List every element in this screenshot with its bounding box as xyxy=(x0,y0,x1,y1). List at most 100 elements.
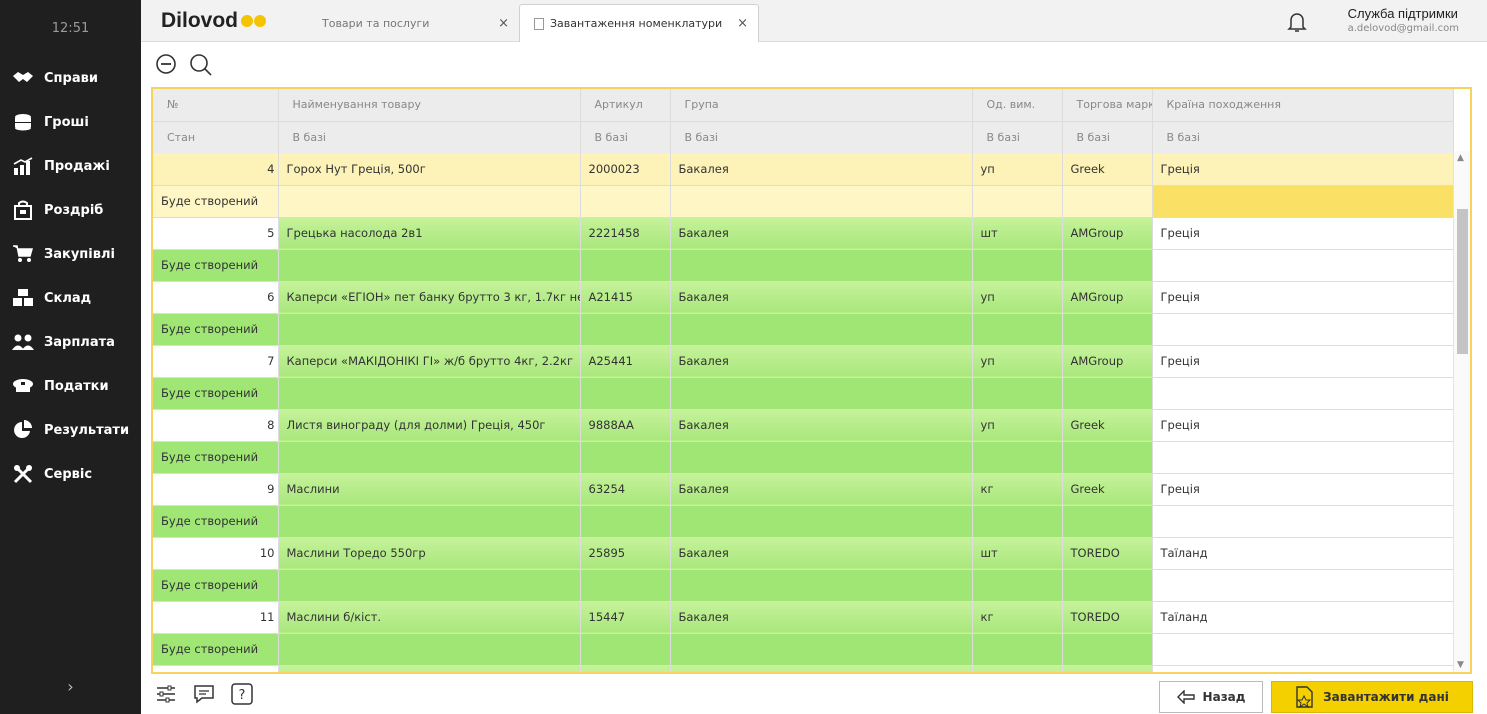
cell-state-empty[interactable] xyxy=(580,313,671,346)
cell-state-empty[interactable] xyxy=(670,313,973,346)
cell-state-country-selected[interactable] xyxy=(1152,185,1454,218)
cell-country[interactable]: Греція xyxy=(1152,345,1454,378)
cell-number[interactable]: 11 xyxy=(153,601,279,634)
cell-unit[interactable]: кг xyxy=(972,473,1063,506)
cell-name[interactable]: Маслини Торедо 550гр xyxy=(278,537,581,570)
cell-number[interactable]: 4 xyxy=(153,153,279,186)
scroll-down-icon[interactable]: ▼ xyxy=(1457,660,1464,670)
cell-number[interactable]: 5 xyxy=(153,217,279,250)
sidebar-item-rozdrib[interactable]: Роздріб xyxy=(0,188,141,232)
cell-name[interactable]: Каперси «МАКІДОНІКІ ГІ» ж/б брутто 4кг, … xyxy=(278,345,581,378)
cell-sku[interactable]: 25895 xyxy=(580,537,671,570)
cell-sku[interactable]: 9888AA xyxy=(580,409,671,442)
cell-brand[interactable]: AMGroup xyxy=(1062,345,1153,378)
cell-brand[interactable]: Greek xyxy=(1062,409,1153,442)
cell-state-empty[interactable] xyxy=(670,569,973,602)
sidebar-item-rezultaty[interactable]: Результати xyxy=(0,408,141,452)
sidebar-item-zarplata[interactable]: Зарплата xyxy=(0,320,141,364)
sliders-icon[interactable] xyxy=(155,683,177,708)
cell-state[interactable]: Буде створений xyxy=(153,441,279,474)
cell-state[interactable]: Буде створений xyxy=(153,377,279,410)
table-row-state[interactable]: Буде створений xyxy=(153,441,1454,474)
cell-state[interactable]: Буде створений xyxy=(153,185,279,218)
cell-sku[interactable]: A25441 xyxy=(580,345,671,378)
vertical-scrollbar[interactable]: ▲ ▼ xyxy=(1453,151,1470,672)
cell-unit[interactable]: уп xyxy=(972,281,1063,314)
cell-state-empty[interactable] xyxy=(1062,569,1153,602)
cell-country[interactable]: Греція xyxy=(1152,217,1454,250)
cell-country[interactable]: Греція xyxy=(1152,409,1454,442)
cell-number[interactable]: 7 xyxy=(153,345,279,378)
support-info[interactable]: Служба підтримки a.delovod@gmail.com xyxy=(1348,6,1459,34)
logo[interactable]: Dilovod xyxy=(161,9,266,33)
column-subheader[interactable]: В базі xyxy=(278,120,581,153)
close-icon[interactable]: × xyxy=(737,16,748,31)
cell-state-empty[interactable] xyxy=(278,249,581,282)
cell-state-empty[interactable] xyxy=(278,441,581,474)
cell-name[interactable]: П xyxy=(278,665,581,672)
sidebar-item-sklad[interactable]: Склад xyxy=(0,276,141,320)
cell-country[interactable]: Таїланд xyxy=(1152,601,1454,634)
cell-sku[interactable]: A21415 xyxy=(580,281,671,314)
cell-state-empty[interactable] xyxy=(670,441,973,474)
cell-number[interactable]: 10 xyxy=(153,537,279,570)
table-row[interactable]: 11 Маслини б/кіст. 15447 Бакалея кг TORE… xyxy=(153,601,1454,634)
cell-brand[interactable]: AMGroup xyxy=(1062,217,1153,250)
column-header-group[interactable]: Група xyxy=(670,89,973,121)
cell-name[interactable]: Каперси «ЕГІОН» пет банку брутто 3 кг, 1… xyxy=(278,281,581,314)
cell-state-empty[interactable] xyxy=(580,633,671,666)
table-row-state[interactable]: Буде створений xyxy=(153,569,1454,602)
column-subheader[interactable]: В базі xyxy=(670,120,973,153)
cell-country[interactable]: Греція xyxy=(1152,473,1454,506)
cell-state-country[interactable] xyxy=(1152,313,1454,346)
cell-state-empty[interactable] xyxy=(1062,313,1153,346)
cell-state-empty[interactable] xyxy=(278,633,581,666)
column-header-country[interactable]: Країна походження xyxy=(1152,89,1454,121)
table-row[interactable]: 8 Листя винограду (для долми) Греція, 45… xyxy=(153,409,1454,442)
column-subheader-state[interactable]: Стан xyxy=(153,120,279,153)
cell-sku[interactable]: 63254 xyxy=(580,473,671,506)
cell-state-empty[interactable] xyxy=(1062,633,1153,666)
column-subheader[interactable]: В базі xyxy=(972,120,1063,153)
cell-state-empty[interactable] xyxy=(1062,185,1153,218)
cell-group[interactable]: Бакалея xyxy=(670,345,973,378)
sidebar-item-servis[interactable]: Сервіс xyxy=(0,452,141,496)
cell-unit[interactable]: кг xyxy=(972,601,1063,634)
cell-state-empty[interactable] xyxy=(972,569,1063,602)
cell-state-empty[interactable] xyxy=(278,569,581,602)
cell-state-empty[interactable] xyxy=(972,313,1063,346)
table-row-state[interactable]: Буде створений xyxy=(153,633,1454,666)
table-row[interactable]: 6 Каперси «ЕГІОН» пет банку брутто 3 кг,… xyxy=(153,281,1454,314)
cell-state-empty[interactable] xyxy=(972,249,1063,282)
cell-brand[interactable]: TOREDO xyxy=(1062,537,1153,570)
close-icon[interactable]: × xyxy=(498,16,509,31)
cell-state-country[interactable] xyxy=(1152,505,1454,538)
cell-group[interactable]: Бакалея xyxy=(670,217,973,250)
tab-import[interactable]: Завантаження номенклатури × xyxy=(519,4,759,42)
cell-brand[interactable]: TOREDO xyxy=(1062,601,1153,634)
table-row[interactable]: 10 Маслини Торедо 550гр 25895 Бакалея шт… xyxy=(153,537,1454,570)
column-subheader[interactable]: В базі xyxy=(1062,120,1153,153)
cell-state-empty[interactable] xyxy=(670,633,973,666)
cell-sku[interactable] xyxy=(580,665,671,672)
cell-state-empty[interactable] xyxy=(278,185,581,218)
cell-state-empty[interactable] xyxy=(580,185,671,218)
sidebar-item-spravy[interactable]: Справи xyxy=(0,56,141,100)
table-row-state[interactable]: Буде створений xyxy=(153,505,1454,538)
column-header-unit[interactable]: Од. вим. xyxy=(972,89,1063,121)
column-header-name[interactable]: Найменування товару xyxy=(278,89,581,121)
column-subheader[interactable]: В базі xyxy=(580,120,671,153)
cell-state-empty[interactable] xyxy=(972,505,1063,538)
sidebar-item-zakupivli[interactable]: Закупівлі xyxy=(0,232,141,276)
cell-state-empty[interactable] xyxy=(580,441,671,474)
scrollbar-thumb[interactable] xyxy=(1457,209,1468,354)
cell-brand[interactable] xyxy=(1062,665,1153,672)
cell-state-empty[interactable] xyxy=(1062,505,1153,538)
cell-unit[interactable]: шт xyxy=(972,537,1063,570)
cell-unit[interactable]: уп xyxy=(972,153,1063,186)
cell-state-empty[interactable] xyxy=(580,249,671,282)
cell-state-empty[interactable] xyxy=(670,185,973,218)
table-row[interactable]: 12 П xyxy=(153,665,1454,672)
cell-state-empty[interactable] xyxy=(278,377,581,410)
cell-group[interactable]: Бакалея xyxy=(670,537,973,570)
